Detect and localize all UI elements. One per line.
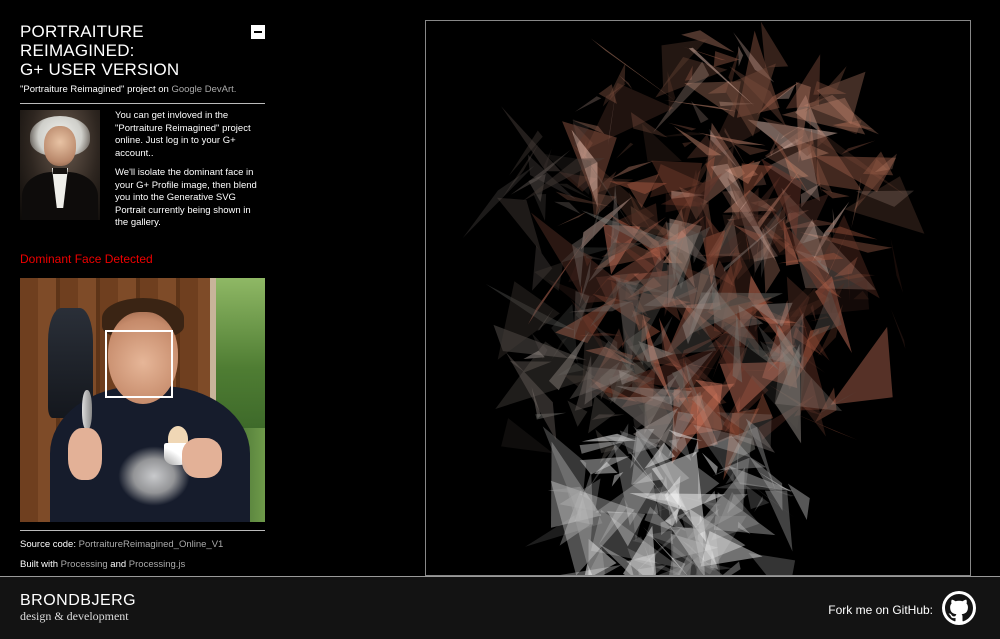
google-devart-link[interactable]: Google DevArt. — [171, 84, 236, 95]
project-line: "Portraiture Reimagined" project on Goog… — [20, 84, 265, 95]
page-title: PORTRAITURE REIMAGINED: G+ USER VERSION — [20, 22, 245, 79]
generative-svg-portrait — [425, 20, 971, 576]
divider — [20, 529, 265, 531]
intro-paragraph-2: We'll isolate the dominant face in your … — [115, 167, 257, 228]
divider — [20, 103, 265, 104]
intro-paragraph-1: You can get invloved in the "Portraiture… — [115, 110, 251, 159]
brand-logo[interactable]: BRONDBJERG design & development — [20, 592, 136, 623]
portrait-canvas — [462, 21, 925, 575]
processing-js-link[interactable]: Processing.js — [129, 559, 186, 570]
built-with-line: Built with Processing and Processing.js — [20, 559, 265, 571]
source-code-link[interactable]: PortraitureReimagined_Online_V1 — [79, 539, 224, 550]
sidebar: PORTRAITURE REIMAGINED: G+ USER VERSION … — [20, 22, 265, 579]
processing-link[interactable]: Processing — [61, 559, 108, 570]
source-code-line: Source code: PortraitureReimagined_Onlin… — [20, 539, 265, 551]
built-prefix: Built with — [20, 558, 61, 570]
fork-label: Fork me on GitHub: — [828, 603, 933, 617]
brand-name: BRONDBJERG — [20, 592, 137, 609]
face-detection-box — [105, 329, 173, 398]
title-line-1: PORTRAITURE REIMAGINED: — [20, 22, 144, 60]
intro-text: You can get invloved in the "Portraiture… — [115, 110, 265, 237]
built-and: and — [107, 558, 129, 570]
title-line-2: G+ USER VERSION — [20, 60, 180, 79]
reference-portrait-thumbnail — [20, 110, 100, 220]
title-row: PORTRAITURE REIMAGINED: G+ USER VERSION — [20, 22, 265, 79]
intro-section: You can get invloved in the "Portraiture… — [20, 110, 265, 237]
face-detected-status: Dominant Face Detected — [20, 251, 153, 266]
project-prefix: "Portraiture Reimagined" project on — [20, 84, 172, 95]
brand-tagline: design & development — [20, 609, 129, 623]
footer: BRONDBJERG design & development Fork me … — [0, 576, 1000, 639]
minus-square-icon[interactable] — [251, 25, 265, 39]
profile-photo — [20, 277, 265, 522]
source-label: Source code: — [20, 538, 79, 550]
github-icon[interactable] — [942, 591, 976, 625]
